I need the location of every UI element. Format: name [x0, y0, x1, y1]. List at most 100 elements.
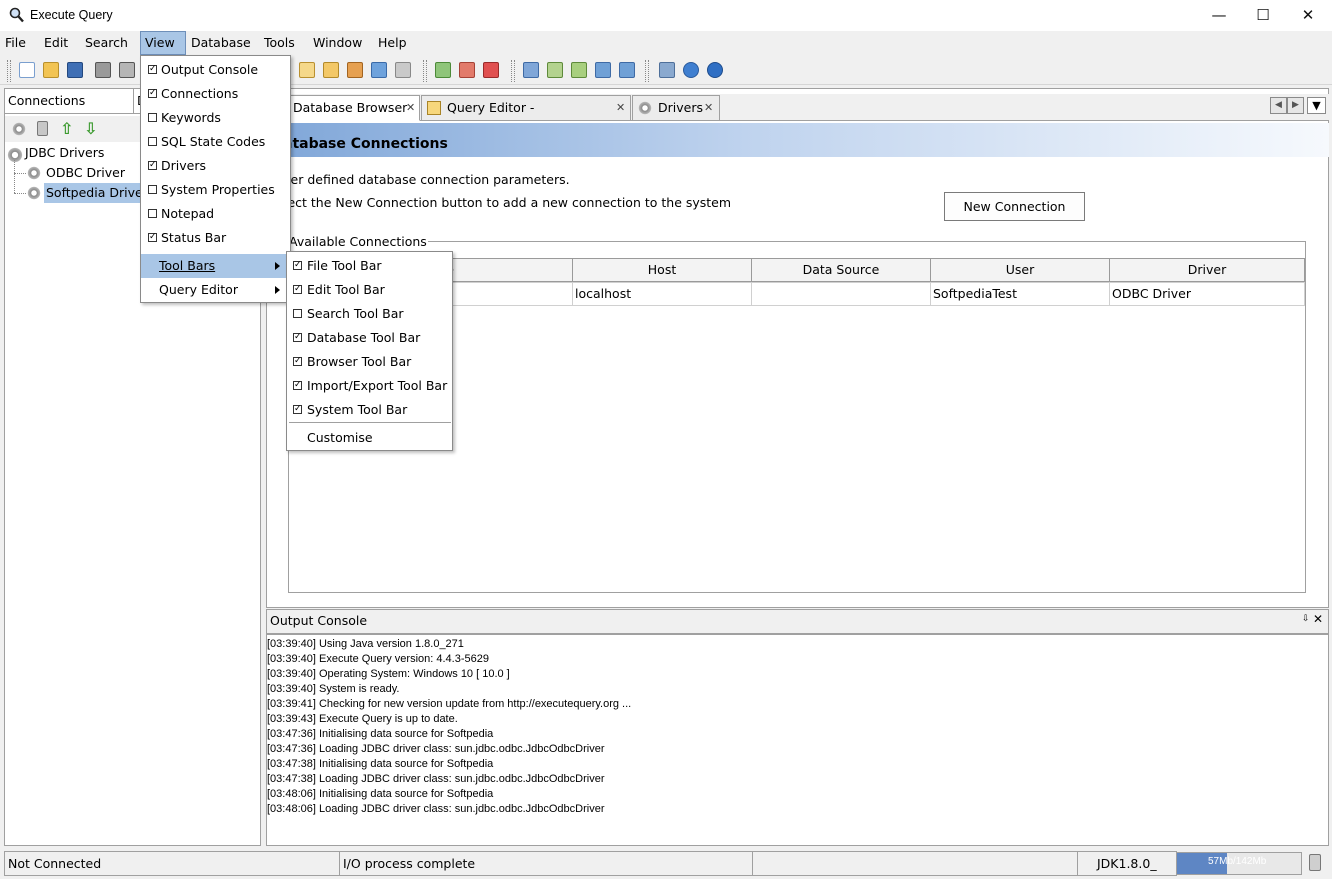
- checked-checkbox-icon: ✓: [148, 232, 157, 242]
- scroll-tabs-right-icon[interactable]: ▶: [1287, 97, 1304, 114]
- menu-item-system-properties[interactable]: System Properties: [141, 178, 290, 202]
- box-icon[interactable]: [395, 62, 411, 78]
- delete-icon[interactable]: [37, 121, 48, 136]
- tab-query-editor[interactable]: Query Editor - projectdb.h2.db ✕: [421, 95, 631, 139]
- print-icon[interactable]: [95, 62, 111, 78]
- menu-item-drivers[interactable]: ✓ Drivers: [141, 154, 290, 178]
- checked-checkbox-icon: ✓: [293, 332, 302, 342]
- notes-icon[interactable]: [323, 62, 339, 78]
- table-cell[interactable]: ODBC Driver: [1109, 282, 1305, 306]
- menu-help[interactable]: Help: [374, 31, 411, 55]
- menu-item-edit-tool-bar[interactable]: ✓ Edit Tool Bar: [287, 278, 452, 302]
- tab-drivers[interactable]: Drivers ✕: [632, 95, 720, 121]
- info-icon[interactable]: [707, 62, 723, 78]
- console-minimize-icon[interactable]: ⇩: [1302, 614, 1310, 624]
- view-menu-items: ✓ Output Console ✓ Connections Keywords SQL S…: [141, 58, 290, 250]
- menu-item-notepad[interactable]: Notepad: [141, 202, 290, 226]
- menu-search[interactable]: Search: [81, 31, 132, 55]
- toolbar-grip[interactable]: [511, 60, 515, 82]
- checked-checkbox-icon: ✓: [293, 260, 302, 270]
- status-process: I/O process complete: [339, 851, 753, 876]
- toolbar-grip[interactable]: [645, 60, 649, 82]
- tree-root[interactable]: JDBC Drivers: [25, 143, 104, 163]
- new-connection-button[interactable]: New Connection: [944, 192, 1085, 221]
- close-button[interactable]: ✕: [1285, 0, 1331, 31]
- unchecked-checkbox-icon: [148, 113, 157, 122]
- import-icon[interactable]: [571, 62, 587, 78]
- table-cell[interactable]: [751, 282, 931, 306]
- menu-window[interactable]: Window: [309, 31, 366, 55]
- toolbar-grip[interactable]: [423, 60, 427, 82]
- menu-tools-label: Tools: [264, 35, 295, 50]
- menu-item-label: System Tool Bar: [307, 402, 408, 417]
- unchecked-checkbox-icon: [148, 137, 157, 146]
- column-header-driver[interactable]: Driver: [1109, 258, 1305, 282]
- table-cell[interactable]: localhost: [572, 282, 752, 306]
- bookmark-icon[interactable]: [347, 62, 363, 78]
- compare-icon[interactable]: [595, 62, 611, 78]
- commit-icon[interactable]: [435, 62, 451, 78]
- gear-icon[interactable]: [12, 122, 26, 136]
- menu-item-query-editor[interactable]: Query Editor: [141, 278, 290, 302]
- close-tab-icon[interactable]: ✕: [704, 96, 713, 120]
- column-header-host[interactable]: Host: [572, 258, 752, 282]
- menu-item-connections[interactable]: ✓ Connections: [141, 82, 290, 106]
- browser-icon[interactable]: [523, 62, 539, 78]
- print-preview-icon[interactable]: [119, 62, 135, 78]
- wrench-icon[interactable]: [659, 62, 675, 78]
- console-close-icon[interactable]: ✕: [1313, 612, 1323, 626]
- save-icon[interactable]: [67, 62, 83, 78]
- console-header: [266, 609, 1329, 634]
- menu-item-tool-bars[interactable]: Tool Bars: [141, 254, 290, 278]
- menu-item-system-tool-bar[interactable]: ✓ System Tool Bar: [287, 398, 452, 422]
- stop-icon[interactable]: [483, 62, 499, 78]
- move-up-icon[interactable]: ⇧: [60, 119, 73, 138]
- menu-database[interactable]: Database: [187, 31, 255, 55]
- tab-list-dropdown-icon[interactable]: ▼: [1307, 97, 1326, 114]
- refresh-icon[interactable]: [371, 62, 387, 78]
- toolbar-grip[interactable]: [7, 60, 11, 82]
- tree-item-softpedia[interactable]: Softpedia Driver: [44, 183, 150, 203]
- log-line: [03:39:43] Execute Query is up to date.: [267, 713, 458, 725]
- garbage-collect-icon[interactable]: [1309, 854, 1321, 871]
- menu-item-browser-tool-bar[interactable]: ✓ Browser Tool Bar: [287, 350, 452, 374]
- menu-item-database-tool-bar[interactable]: ✓ Database Tool Bar: [287, 326, 452, 350]
- open-folder-icon[interactable]: [43, 62, 59, 78]
- tab-connections[interactable]: Connections: [4, 88, 134, 114]
- menu-tools[interactable]: Tools: [260, 31, 299, 55]
- tree-item-odbc[interactable]: ODBC Driver: [46, 163, 125, 183]
- menu-file[interactable]: File: [1, 31, 30, 55]
- move-down-icon[interactable]: ⇩: [84, 119, 97, 138]
- menu-item-import-export-tool-bar[interactable]: ✓ Import/Export Tool Bar: [287, 374, 452, 398]
- scroll-tabs-left-icon[interactable]: ◀: [1270, 97, 1287, 114]
- new-file-icon[interactable]: [19, 62, 35, 78]
- menu-edit[interactable]: Edit: [40, 31, 72, 55]
- table-cell[interactable]: SoftpediaTest: [930, 282, 1110, 306]
- minimize-button[interactable]: —: [1196, 0, 1242, 31]
- maximize-button[interactable]: ☐: [1240, 0, 1286, 31]
- generate-icon[interactable]: [619, 62, 635, 78]
- menu-item-status-bar[interactable]: ✓ Status Bar: [141, 226, 290, 250]
- column-header-data-source[interactable]: Data Source: [751, 258, 931, 282]
- rollback-icon[interactable]: [459, 62, 475, 78]
- menu-view[interactable]: View: [140, 31, 186, 55]
- menu-item-file-tool-bar[interactable]: ✓ File Tool Bar: [287, 254, 452, 278]
- unchecked-checkbox-icon: [148, 209, 157, 218]
- menu-item-customise[interactable]: Customise: [287, 426, 452, 450]
- menu-item-output-console[interactable]: ✓ Output Console: [141, 58, 290, 82]
- close-tab-icon[interactable]: ✕: [406, 96, 415, 120]
- checked-checkbox-icon: ✓: [148, 160, 157, 170]
- menu-item-sql-state-codes[interactable]: SQL State Codes: [141, 130, 290, 154]
- close-tab-icon[interactable]: ✕: [616, 96, 625, 120]
- tree-line: [14, 193, 26, 194]
- menu-item-search-tool-bar[interactable]: Search Tool Bar: [287, 302, 452, 326]
- help-icon[interactable]: [683, 62, 699, 78]
- checked-checkbox-icon: ✓: [148, 88, 157, 98]
- menu-item-keywords[interactable]: Keywords: [141, 106, 290, 130]
- checked-checkbox-icon: ✓: [293, 284, 302, 294]
- export-icon[interactable]: [547, 62, 563, 78]
- column-header-user[interactable]: User: [930, 258, 1110, 282]
- menu-item-label: Output Console: [161, 62, 259, 77]
- menu-search-label: Search: [85, 35, 128, 50]
- edit-icon[interactable]: [299, 62, 315, 78]
